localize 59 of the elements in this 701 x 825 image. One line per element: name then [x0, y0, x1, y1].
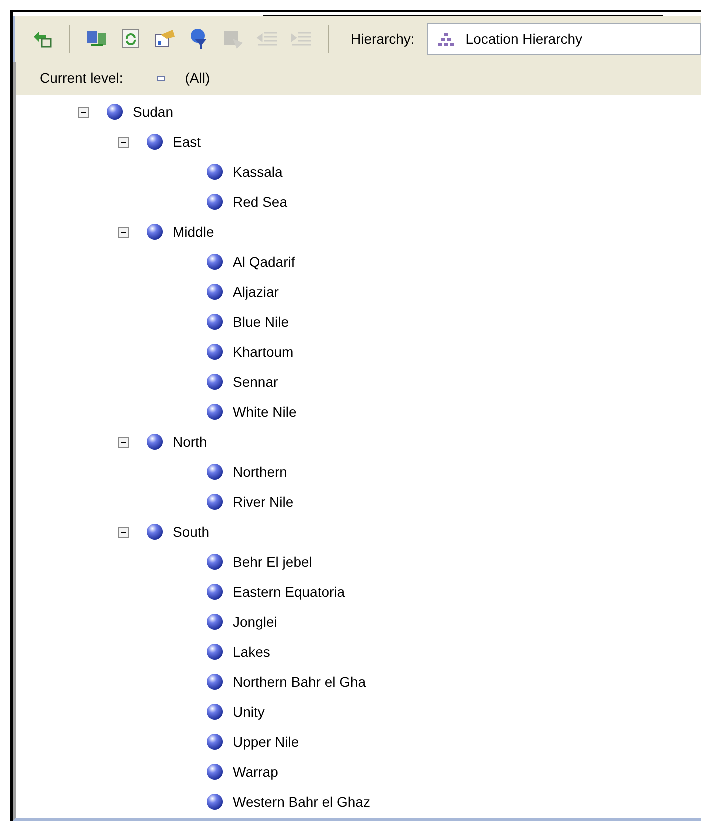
hierarchy-icon — [438, 32, 454, 46]
sphere-icon — [145, 522, 165, 542]
sphere-icon — [145, 132, 165, 152]
sphere-icon — [205, 462, 225, 482]
hierarchy-label: Hierarchy: — [351, 30, 415, 49]
sphere-icon — [105, 102, 125, 122]
tree-item[interactable]: Behr El jebel — [233, 552, 312, 572]
tree-item[interactable]: Western Bahr el Ghaz — [233, 792, 370, 812]
sphere-icon — [205, 612, 225, 632]
sphere-icon — [205, 282, 225, 302]
collapse-icon[interactable] — [78, 106, 89, 118]
tree-item[interactable]: East — [173, 132, 202, 152]
sphere-icon — [205, 312, 225, 332]
tree-item[interactable]: Kassala — [233, 162, 283, 182]
collapse-icon[interactable] — [118, 436, 129, 448]
tree-item[interactable]: River Nile — [233, 492, 294, 512]
tree-item[interactable]: Northern — [233, 462, 288, 482]
tree-item[interactable]: Unity — [233, 702, 265, 722]
hierarchy-dropdown[interactable]: Location Hierarchy — [426, 23, 701, 55]
tree-item[interactable]: Blue Nile — [233, 312, 290, 332]
tree-item[interactable]: Sudan — [133, 102, 174, 122]
tree-item[interactable]: Middle — [173, 222, 214, 242]
tree-item[interactable]: North — [173, 432, 208, 452]
tree-item[interactable]: Jonglei — [233, 612, 278, 632]
sphere-icon — [205, 762, 225, 782]
sphere-icon — [205, 732, 225, 752]
current-level-label: Current level: — [40, 69, 124, 88]
sphere-icon — [145, 432, 165, 452]
sphere-icon — [205, 702, 225, 722]
tree-item[interactable]: Red Sea — [233, 192, 288, 212]
sphere-icon — [205, 492, 225, 512]
tree-item[interactable]: Al Qadarif — [233, 252, 296, 272]
collapse-icon[interactable] — [118, 136, 129, 148]
sphere-icon — [205, 402, 225, 422]
tree-item[interactable]: Sennar — [233, 372, 278, 392]
sphere-icon — [205, 582, 225, 602]
tree-item[interactable]: Khartoum — [233, 342, 294, 362]
sphere-icon — [205, 192, 225, 212]
sphere-icon — [205, 672, 225, 692]
collapse-icon[interactable] — [118, 526, 129, 538]
tree-item[interactable]: Northern Bahr el Gha — [233, 672, 366, 692]
sphere-icon — [205, 162, 225, 182]
sphere-icon — [205, 792, 225, 812]
sphere-icon — [205, 342, 225, 362]
tree-item[interactable]: White Nile — [233, 402, 297, 422]
current-level-value: (All) — [185, 69, 210, 88]
sphere-icon — [205, 372, 225, 392]
tree-item[interactable]: South — [173, 522, 210, 542]
tree-item[interactable]: Upper Nile — [233, 732, 300, 752]
level-icon — [157, 76, 166, 81]
tree-item[interactable]: Aljaziar — [233, 282, 279, 302]
tree-item[interactable]: Warrap — [233, 762, 278, 782]
tree-item[interactable]: Eastern Equatoria — [233, 582, 346, 602]
sphere-icon — [145, 222, 165, 242]
sphere-icon — [205, 552, 225, 572]
collapse-icon[interactable] — [118, 226, 129, 238]
sphere-icon — [205, 642, 225, 662]
tree-item[interactable]: Lakes — [233, 642, 270, 662]
sphere-icon — [205, 252, 225, 272]
